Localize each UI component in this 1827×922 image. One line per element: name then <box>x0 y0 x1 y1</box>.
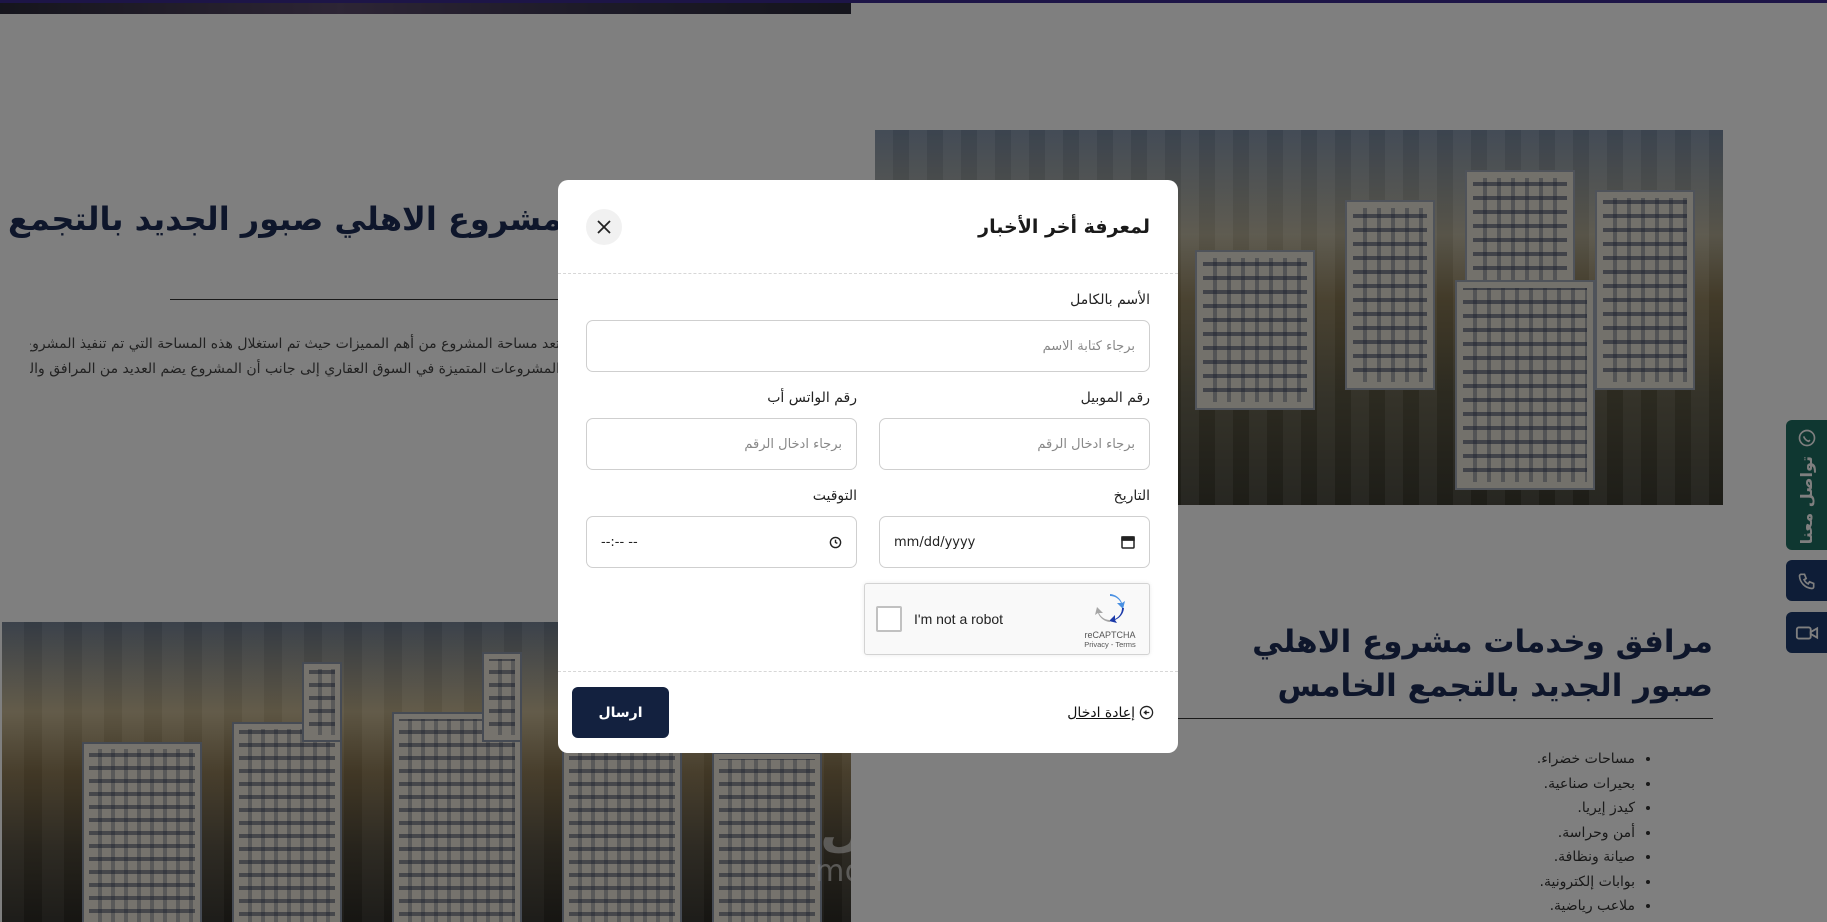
recaptcha-label: I'm not a robot <box>914 611 1004 627</box>
submit-button[interactable]: ارسال <box>572 687 669 738</box>
full-name-group: الأسم بالكامل <box>586 292 1150 372</box>
whatsapp-group: رقم الواتس أب <box>586 390 857 470</box>
phone-row: رقم الموبيل رقم الواتس أب <box>586 390 1150 470</box>
date-input[interactable]: mm/dd/yyyy <box>879 516 1150 568</box>
recaptcha-widget: I'm not a robot reCAPTCHA Privacy - Term… <box>864 583 1150 655</box>
time-value: --:-- -- <box>601 534 638 550</box>
recaptcha-brand: reCAPTCHA <box>1084 630 1136 640</box>
reset-label: إعادة ادخال <box>1067 704 1135 721</box>
calendar-icon[interactable] <box>1121 535 1135 549</box>
datetime-row: التاريخ mm/dd/yyyy التوقيت --:-- -- <box>586 488 1150 568</box>
modal-form: الأسم بالكامل رقم الموبيل رقم الواتس أب … <box>558 292 1178 655</box>
clock-icon[interactable] <box>829 536 842 549</box>
recaptcha-icon <box>1095 594 1125 623</box>
recaptcha-checkbox[interactable] <box>876 606 902 632</box>
time-input[interactable]: --:-- -- <box>586 516 857 568</box>
date-value: mm/dd/yyyy <box>894 534 976 550</box>
time-group: التوقيت --:-- -- <box>586 488 857 568</box>
full-name-label: الأسم بالكامل <box>1070 292 1150 308</box>
close-button[interactable] <box>586 208 622 245</box>
mobile-group: رقم الموبيل <box>879 390 1150 470</box>
reset-icon <box>1139 705 1154 720</box>
time-label: التوقيت <box>812 488 857 504</box>
close-icon <box>597 219 611 234</box>
recaptcha-links[interactable]: Privacy - Terms <box>1081 640 1139 649</box>
reset-button[interactable]: إعادة ادخال <box>1067 705 1154 721</box>
full-name-input[interactable] <box>586 320 1150 372</box>
whatsapp-label: رقم الواتس أب <box>767 390 857 406</box>
newsletter-modal: لمعرفة أخر الأخبار الأسم بالكامل رقم الم… <box>558 180 1178 753</box>
date-group: التاريخ mm/dd/yyyy <box>879 488 1150 568</box>
modal-title: لمعرفة أخر الأخبار <box>978 215 1150 238</box>
recaptcha-logo: reCAPTCHA Privacy - Terms <box>1081 592 1139 649</box>
date-label: التاريخ <box>1113 488 1150 504</box>
mobile-label: رقم الموبيل <box>1080 390 1150 406</box>
modal-header: لمعرفة أخر الأخبار <box>558 180 1178 274</box>
whatsapp-input[interactable] <box>586 418 857 470</box>
modal-footer: إعادة ادخال ارسال <box>558 671 1178 753</box>
mobile-input[interactable] <box>879 418 1150 470</box>
